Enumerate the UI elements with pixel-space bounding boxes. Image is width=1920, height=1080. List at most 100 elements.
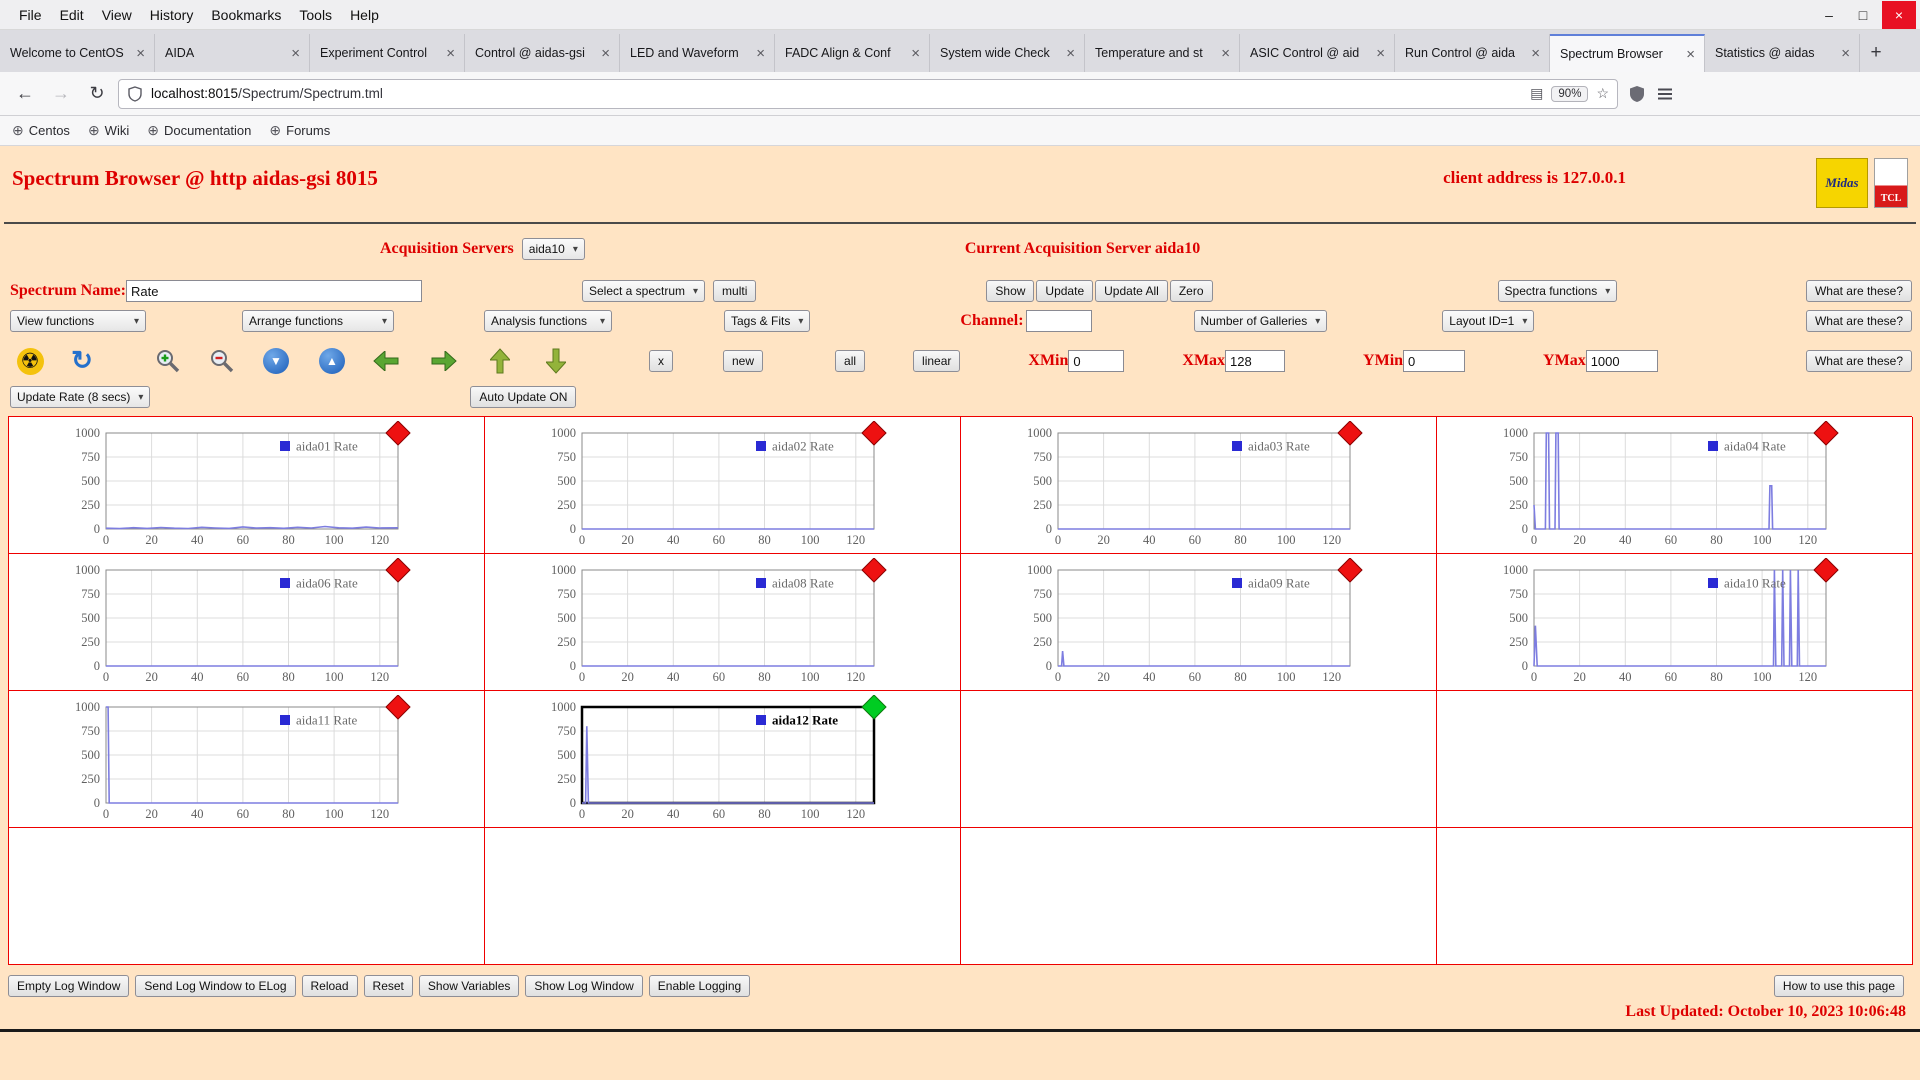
new-button[interactable]: new bbox=[723, 350, 764, 372]
spectrum-chart-aida11-rate[interactable]: 0 250 500 750 1000 0 20 40 60 80 100 120 aida11 Rate bbox=[9, 691, 485, 828]
reload-button[interactable]: ↻ bbox=[82, 79, 112, 109]
maximize-button[interactable]: □ bbox=[1848, 3, 1878, 27]
xmax-input[interactable] bbox=[1225, 350, 1286, 372]
bookmark-forums[interactable]: ⊕ Forums bbox=[269, 122, 330, 139]
auto-update-button[interactable]: Auto Update ON bbox=[470, 386, 577, 408]
bookmark-star-icon[interactable]: ☆ bbox=[1596, 85, 1609, 102]
tab-fadc-align-conf[interactable]: FADC Align & Conf × bbox=[775, 34, 930, 72]
spectrum-chart-aida06-rate[interactable]: 0 250 500 750 1000 0 20 40 60 80 100 120 aida06 Rate bbox=[9, 554, 485, 691]
layout-id-select[interactable]: Layout ID=1 ▾ bbox=[1442, 310, 1535, 332]
minimize-button[interactable]: – bbox=[1814, 3, 1844, 27]
spectrum-chart-aida01-rate[interactable]: 0 250 500 750 1000 0 20 40 60 80 100 120 aida01 Rate bbox=[9, 417, 485, 554]
close-button[interactable]: × bbox=[1882, 0, 1916, 29]
menu-help[interactable]: Help bbox=[341, 3, 388, 27]
show-log-window-button[interactable]: Show Log Window bbox=[525, 975, 643, 997]
green-left-arrow-button[interactable] bbox=[371, 346, 401, 376]
tab-close-icon[interactable]: × bbox=[288, 45, 303, 62]
reset-button[interactable]: Reset bbox=[363, 975, 413, 997]
bookmark-wiki[interactable]: ⊕ Wiki bbox=[88, 122, 129, 139]
reload-button[interactable]: Reload bbox=[301, 975, 358, 997]
empty-log-window-button[interactable]: Empty Log Window bbox=[8, 975, 130, 997]
tcl-logo[interactable]: TCL bbox=[1874, 158, 1908, 208]
send-log-window-to-elog-button[interactable]: Send Log Window to ELog bbox=[135, 975, 296, 997]
update-all-button[interactable]: Update All bbox=[1095, 280, 1168, 302]
select-spectrum-dropdown[interactable]: Select a spectrum ▾ bbox=[581, 280, 706, 302]
tab-asic-control-aid[interactable]: ASIC Control @ aid × bbox=[1240, 34, 1395, 72]
tab-close-icon[interactable]: × bbox=[1373, 45, 1388, 62]
linear-button[interactable]: linear bbox=[913, 350, 961, 372]
zero-button[interactable]: Zero bbox=[1169, 280, 1213, 302]
spectrum-chart-aida02-rate[interactable]: 0 250 500 750 1000 0 20 40 60 80 100 120 aida02 Rate bbox=[485, 417, 961, 554]
show-variables-button[interactable]: Show Variables bbox=[418, 975, 520, 997]
tab-close-icon[interactable]: × bbox=[1528, 45, 1543, 62]
tab-temperature-and-st[interactable]: Temperature and st × bbox=[1085, 34, 1240, 72]
radiation-button[interactable]: ☢ bbox=[15, 346, 45, 376]
ymax-input[interactable] bbox=[1585, 350, 1658, 372]
spectrum-name-input[interactable] bbox=[125, 280, 422, 302]
what-are-these-button-3[interactable]: What are these? bbox=[1805, 350, 1912, 372]
update-button[interactable]: Update bbox=[1036, 280, 1094, 302]
tab-led-and-waveform[interactable]: LED and Waveform × bbox=[620, 34, 775, 72]
tab-close-icon[interactable]: × bbox=[1218, 45, 1233, 62]
tab-welcome-to-centos[interactable]: Welcome to CentOS × bbox=[0, 34, 155, 72]
menu-view[interactable]: View bbox=[93, 3, 141, 27]
forward-button[interactable]: → bbox=[46, 79, 76, 109]
show-button[interactable]: Show bbox=[986, 280, 1035, 302]
url-bar[interactable]: localhost:8015/Spectrum/Spectrum.tml ▤ 9… bbox=[118, 78, 1618, 109]
tab-close-icon[interactable]: × bbox=[1063, 45, 1078, 62]
tab-run-control-aida[interactable]: Run Control @ aida × bbox=[1395, 34, 1550, 72]
what-are-these-button-2[interactable]: What are these? bbox=[1805, 310, 1912, 332]
number-of-galleries-select[interactable]: Number of Galleries ▾ bbox=[1193, 310, 1328, 332]
xmin-input[interactable] bbox=[1068, 350, 1125, 372]
all-button[interactable]: all bbox=[835, 350, 866, 372]
tracking-shield-icon[interactable] bbox=[127, 85, 143, 102]
tab-close-icon[interactable]: × bbox=[1838, 45, 1853, 62]
hamburger-menu-icon[interactable] bbox=[1656, 85, 1674, 103]
channel-input[interactable] bbox=[1025, 310, 1092, 332]
spectrum-chart-aida10-rate[interactable]: 0 250 500 750 1000 0 20 40 60 80 100 120 aida10 Rate bbox=[1437, 554, 1913, 691]
account-shield-icon[interactable] bbox=[1628, 85, 1646, 103]
multi-button[interactable]: multi bbox=[713, 280, 757, 302]
spectrum-chart-aida03-rate[interactable]: 0 250 500 750 1000 0 20 40 60 80 100 120 aida03 Rate bbox=[961, 417, 1437, 554]
menu-file[interactable]: File bbox=[10, 3, 51, 27]
zoom-level-indicator[interactable]: 90% bbox=[1551, 85, 1589, 102]
tab-aida[interactable]: AIDA × bbox=[155, 34, 310, 72]
spectrum-chart-aida12-rate[interactable]: 0 250 500 750 1000 0 20 40 60 80 100 120 aida12 Rate bbox=[485, 691, 961, 828]
acquisition-server-select[interactable]: aida10 ▾ bbox=[521, 238, 585, 260]
bookmark-centos[interactable]: ⊕ Centos bbox=[12, 122, 70, 139]
zoom-in-button[interactable] bbox=[153, 346, 183, 376]
analysis-functions-select[interactable]: Analysis functions ▾ bbox=[484, 310, 612, 332]
tab-statistics-aidas[interactable]: Statistics @ aidas × bbox=[1705, 34, 1860, 72]
x-button[interactable]: x bbox=[649, 350, 673, 372]
how-to-use-this-page-button[interactable]: How to use this page bbox=[1773, 975, 1904, 997]
tab-close-icon[interactable]: × bbox=[443, 45, 458, 62]
spectrum-chart-aida09-rate[interactable]: 0 250 500 750 1000 0 20 40 60 80 100 120 aida09 Rate bbox=[961, 554, 1437, 691]
update-rate-select[interactable]: Update Rate (8 secs) ▾ bbox=[10, 386, 151, 408]
tab-close-icon[interactable]: × bbox=[598, 45, 613, 62]
tags-fits-select[interactable]: Tags & Fits ▾ bbox=[724, 310, 811, 332]
reader-mode-icon[interactable]: ▤ bbox=[1530, 85, 1543, 102]
menu-tools[interactable]: Tools bbox=[290, 3, 341, 27]
menu-edit[interactable]: Edit bbox=[51, 3, 93, 27]
enable-logging-button[interactable]: Enable Logging bbox=[648, 975, 751, 997]
circle-up-arrow-button[interactable]: ▲ bbox=[317, 346, 347, 376]
ymin-input[interactable] bbox=[1403, 350, 1466, 372]
tab-spectrum-browser[interactable]: Spectrum Browser × bbox=[1550, 34, 1705, 72]
green-up-arrow-button[interactable] bbox=[485, 346, 515, 376]
green-right-arrow-button[interactable] bbox=[429, 346, 459, 376]
arrange-functions-select[interactable]: Arrange functions ▾ bbox=[242, 310, 394, 332]
tab-control-aidas-gsi[interactable]: Control @ aidas-gsi × bbox=[465, 34, 620, 72]
tab-close-icon[interactable]: × bbox=[753, 45, 768, 62]
tab-close-icon[interactable]: × bbox=[133, 45, 148, 62]
tab-close-icon[interactable]: × bbox=[1683, 46, 1698, 63]
refresh-button[interactable]: ↻ bbox=[67, 346, 97, 376]
spectrum-chart-aida04-rate[interactable]: 0 250 500 750 1000 0 20 40 60 80 100 120 aida04 Rate bbox=[1437, 417, 1913, 554]
menu-bookmarks[interactable]: Bookmarks bbox=[202, 3, 290, 27]
tab-experiment-control[interactable]: Experiment Control × bbox=[310, 34, 465, 72]
spectra-functions-select[interactable]: Spectra functions ▾ bbox=[1497, 280, 1618, 302]
back-button[interactable]: ← bbox=[10, 79, 40, 109]
what-are-these-button-1[interactable]: What are these? bbox=[1805, 280, 1912, 302]
circle-down-arrow-button[interactable]: ▼ bbox=[261, 346, 291, 376]
spectrum-chart-aida08-rate[interactable]: 0 250 500 750 1000 0 20 40 60 80 100 120 aida08 Rate bbox=[485, 554, 961, 691]
view-functions-select[interactable]: View functions ▾ bbox=[10, 310, 146, 332]
